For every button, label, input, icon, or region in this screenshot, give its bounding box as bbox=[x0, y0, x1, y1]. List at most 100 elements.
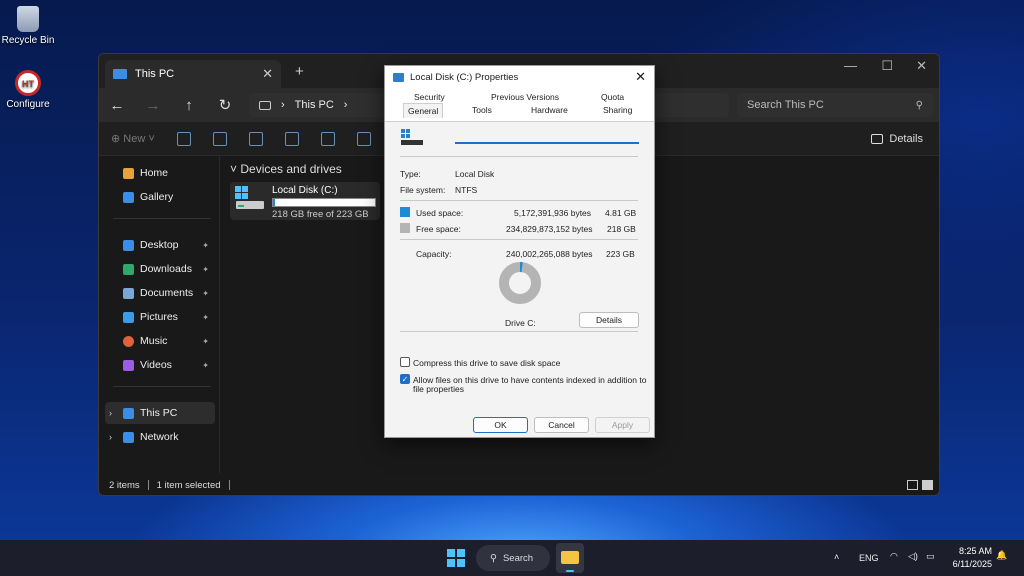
tab-quota[interactable]: Quota bbox=[601, 92, 624, 102]
sidebar-divider bbox=[113, 386, 211, 387]
tab-tools[interactable]: Tools bbox=[472, 105, 492, 115]
details-button[interactable]: Details bbox=[871, 133, 923, 145]
recycle-bin-label: Recycle Bin bbox=[1, 35, 55, 46]
configure-shortcut[interactable]: HT Configure bbox=[0, 70, 60, 110]
divider bbox=[400, 156, 638, 157]
sidebar-item-pictures[interactable]: Pictures ✦ bbox=[105, 306, 215, 328]
sidebar-item-downloads[interactable]: Downloads ✦ bbox=[105, 258, 215, 280]
sidebar-label: Pictures bbox=[140, 311, 178, 323]
new-tab-icon[interactable]: + bbox=[295, 63, 304, 80]
sidebar-label: Home bbox=[140, 167, 169, 179]
details-view-icon[interactable] bbox=[907, 480, 918, 490]
tab-security[interactable]: Security bbox=[414, 92, 445, 102]
used-space-label: Used space: bbox=[416, 208, 464, 218]
pin-icon: ✦ bbox=[202, 336, 209, 346]
paste-icon[interactable] bbox=[248, 131, 263, 146]
pin-icon: ✦ bbox=[202, 240, 209, 250]
taskbar-search-label: Search bbox=[502, 552, 534, 564]
chevron-right-icon[interactable]: › bbox=[109, 408, 112, 418]
minimize-icon[interactable]: — bbox=[844, 58, 857, 73]
apply-button[interactable]: Apply bbox=[595, 417, 650, 433]
group-header[interactable]: ˅ Devices and drives bbox=[230, 162, 342, 176]
tab-this-pc[interactable]: This PC ✕ bbox=[105, 60, 281, 88]
sidebar-item-this-pc[interactable]: › This PC bbox=[105, 402, 215, 424]
chevron-down-icon: ˅ bbox=[230, 162, 238, 176]
tab-hardware[interactable]: Hardware bbox=[531, 105, 568, 115]
drive-label: Drive C: bbox=[505, 318, 536, 328]
cut-icon[interactable] bbox=[176, 131, 191, 146]
network-icon bbox=[123, 431, 134, 443]
recycle-bin-icon[interactable]: Recycle Bin bbox=[0, 4, 60, 46]
sidebar-label: This PC bbox=[140, 407, 178, 419]
sidebar-label: Gallery bbox=[140, 191, 174, 203]
close-icon[interactable]: ✕ bbox=[635, 69, 646, 85]
start-button-icon[interactable] bbox=[447, 549, 465, 567]
type-label: Type: bbox=[400, 169, 421, 179]
status-divider bbox=[147, 480, 149, 490]
properties-dialog: Local Disk (C:) Properties ✕ Security Pr… bbox=[384, 65, 655, 438]
tab-general[interactable]: General bbox=[403, 103, 444, 118]
cancel-button[interactable]: Cancel bbox=[534, 417, 589, 433]
sidebar-item-videos[interactable]: Videos ✦ bbox=[105, 354, 215, 376]
pictures-icon bbox=[123, 311, 134, 323]
new-button[interactable]: ⊕ New ˅ bbox=[111, 132, 155, 145]
compress-checkbox[interactable] bbox=[400, 357, 410, 367]
notification-bell-icon[interactable]: 🔔 bbox=[996, 550, 1007, 561]
folder-icon bbox=[561, 551, 579, 564]
drive-name-input[interactable] bbox=[455, 128, 639, 144]
wifi-icon[interactable]: ◠ bbox=[890, 551, 898, 562]
sidebar-item-documents[interactable]: Documents ✦ bbox=[105, 282, 215, 304]
sidebar-item-home[interactable]: Home bbox=[105, 162, 215, 184]
breadcrumb-this-pc[interactable]: This PC bbox=[295, 99, 334, 111]
general-tab-panel: Type: Local Disk File system: NTFS Used … bbox=[385, 122, 654, 433]
battery-icon[interactable]: ▭ bbox=[926, 551, 935, 562]
sidebar-item-desktop[interactable]: Desktop ✦ bbox=[105, 234, 215, 256]
sidebar-item-music[interactable]: Music ✦ bbox=[105, 330, 215, 352]
search-input[interactable]: Search This PC ⚲ bbox=[737, 93, 933, 117]
sidebar-item-gallery[interactable]: Gallery bbox=[105, 186, 215, 208]
sidebar-label: Network bbox=[140, 431, 179, 443]
volume-icon[interactable]: ◁) bbox=[908, 551, 918, 562]
close-tab-icon[interactable]: ✕ bbox=[262, 66, 273, 82]
pin-icon: ✦ bbox=[202, 360, 209, 370]
clock-date: 6/11/2025 bbox=[952, 559, 992, 569]
language-indicator[interactable]: ENG bbox=[859, 553, 879, 563]
details-button[interactable]: Details bbox=[579, 312, 639, 328]
close-window-icon[interactable]: ✕ bbox=[916, 58, 927, 74]
chevron-right-icon[interactable]: › bbox=[344, 99, 348, 111]
refresh-icon[interactable]: ↻ bbox=[207, 96, 243, 114]
file-explorer-taskbar-button[interactable] bbox=[556, 543, 584, 573]
pin-icon: ✦ bbox=[202, 312, 209, 322]
configure-logo-icon: HT bbox=[15, 70, 41, 96]
tiles-view-icon[interactable] bbox=[922, 480, 933, 490]
dialog-title-bar: Local Disk (C:) Properties ✕ bbox=[385, 66, 654, 88]
maximize-icon[interactable]: ☐ bbox=[881, 58, 893, 74]
group-heading: Devices and drives bbox=[240, 162, 342, 176]
drive-usage-bar bbox=[272, 198, 376, 207]
rename-icon[interactable] bbox=[284, 131, 299, 146]
chevron-right-icon[interactable]: › bbox=[109, 432, 112, 442]
hard-drive-icon bbox=[401, 129, 423, 145]
compress-label: Compress this drive to save disk space bbox=[413, 358, 561, 368]
up-arrow-icon[interactable]: ↑ bbox=[171, 97, 207, 114]
share-icon[interactable] bbox=[320, 131, 335, 146]
forward-arrow-icon[interactable]: → bbox=[135, 97, 171, 114]
copy-icon[interactable] bbox=[212, 131, 227, 146]
clock[interactable]: 8:25 AM 6/11/2025 bbox=[953, 545, 992, 571]
tab-previous-versions[interactable]: Previous Versions bbox=[491, 92, 559, 102]
active-indicator bbox=[566, 570, 574, 572]
back-arrow-icon[interactable]: ← bbox=[99, 97, 135, 114]
index-checkbox[interactable]: ✓ bbox=[400, 374, 410, 384]
taskbar-search-button[interactable]: ⚲ Search bbox=[476, 545, 550, 571]
tab-label: This PC bbox=[135, 68, 175, 80]
chevron-up-icon[interactable]: ˄ bbox=[834, 552, 839, 562]
desktop-icon bbox=[123, 239, 134, 251]
sidebar-label: Desktop bbox=[140, 239, 179, 251]
delete-icon[interactable] bbox=[356, 131, 371, 146]
taskbar: ⚲ Search ˄ ENG ◠ ◁) ▭ 8:25 AM 6/11/2025 … bbox=[0, 540, 1024, 576]
ok-button[interactable]: OK bbox=[473, 417, 528, 433]
tab-sharing[interactable]: Sharing bbox=[603, 105, 632, 115]
sidebar-item-network[interactable]: › Network bbox=[105, 426, 215, 448]
file-system-value: NTFS bbox=[455, 185, 478, 195]
drive-item[interactable]: Local Disk (C:) 218 GB free of 223 GB bbox=[230, 182, 380, 220]
